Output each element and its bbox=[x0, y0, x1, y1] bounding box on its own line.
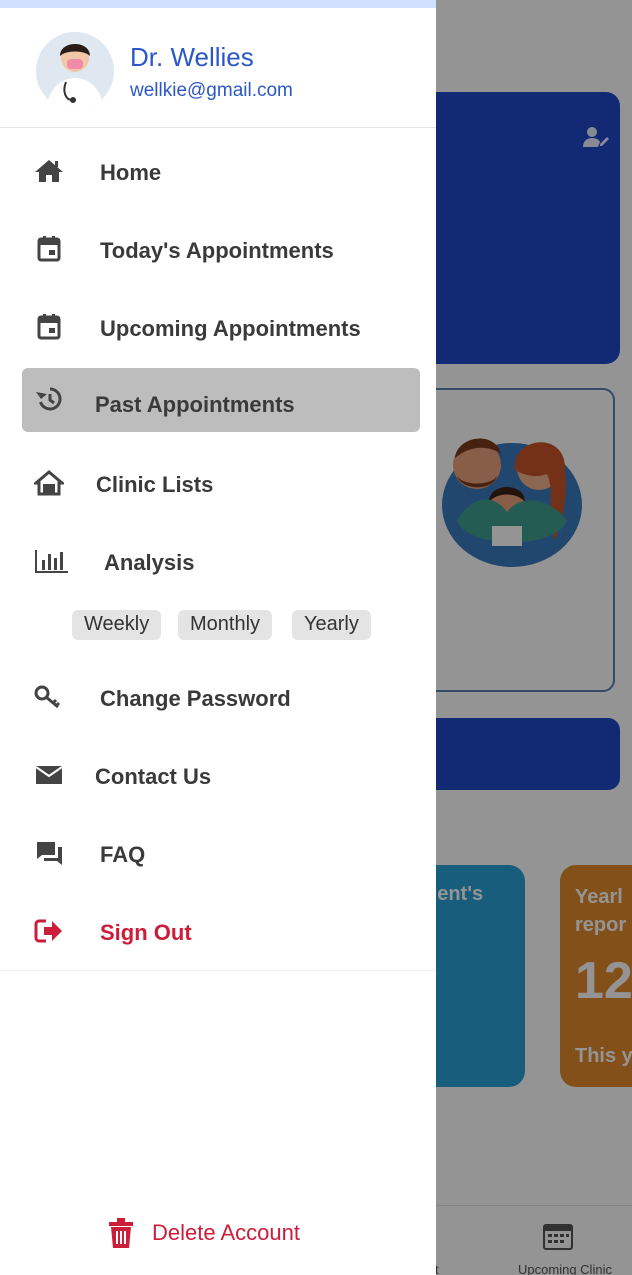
drawer-item-label: FAQ bbox=[100, 842, 146, 867]
drawer-item-clinic-lists[interactable]: Clinic Lists bbox=[0, 450, 436, 518]
drawer-item-todays-appointments[interactable]: Today's Appointments bbox=[0, 216, 436, 284]
drawer-item-label: Analysis bbox=[104, 550, 195, 575]
drawer-item-label: Contact Us bbox=[95, 764, 212, 789]
drawer-item-contact-us[interactable]: Contact Us bbox=[0, 742, 436, 810]
drawer-item-past-appointments[interactable]: Past Appointments bbox=[22, 368, 420, 432]
doctor-name: Dr. Wellies bbox=[130, 42, 254, 72]
drawer-item-change-password[interactable]: Change Password bbox=[0, 664, 436, 732]
history-icon bbox=[36, 387, 62, 411]
drawer-item-label: Past Appointments bbox=[95, 392, 295, 417]
doctor-email: wellkie@gmail.com bbox=[130, 80, 293, 101]
chip-monthly[interactable]: Monthly bbox=[178, 610, 273, 640]
drawer-item-analysis[interactable]: Analysis bbox=[0, 528, 436, 596]
drawer-item-label: Home bbox=[100, 160, 162, 185]
drawer-item-sign-out[interactable]: Sign Out bbox=[0, 898, 436, 966]
sign-out-icon bbox=[34, 919, 62, 943]
drawer-item-faq[interactable]: FAQ bbox=[0, 820, 436, 888]
drawer-item-label: Change Password bbox=[100, 686, 291, 711]
drawer-divider bbox=[0, 970, 436, 971]
chat-icon bbox=[37, 842, 62, 865]
avatar bbox=[36, 32, 114, 110]
drawer-item-upcoming-appointments[interactable]: Upcoming Appointments bbox=[0, 294, 436, 362]
key-icon bbox=[34, 685, 61, 709]
bar-chart-icon bbox=[35, 550, 68, 573]
drawer-item-label: Today's Appointments bbox=[100, 238, 334, 263]
chip-yearly[interactable]: Yearly bbox=[292, 610, 371, 640]
chip-weekly[interactable]: Weekly bbox=[72, 610, 162, 640]
doctor-avatar-icon bbox=[36, 32, 114, 110]
home-icon bbox=[35, 160, 63, 182]
drawer-header: Dr. Wellies wellkie@gmail.com bbox=[0, 0, 436, 128]
navigation-drawer: Dr. Wellies wellkie@gmail.com Home Today… bbox=[0, 0, 436, 1275]
drawer-item-home[interactable]: Home bbox=[0, 138, 436, 206]
delete-account-label: Delete Account bbox=[152, 1220, 300, 1245]
drawer-item-label: Upcoming Appointments bbox=[100, 316, 361, 341]
calendar-icon bbox=[37, 314, 61, 340]
clinic-home-icon bbox=[34, 470, 64, 496]
calendar-icon bbox=[37, 236, 61, 262]
trash-icon bbox=[109, 1218, 133, 1248]
envelope-icon bbox=[35, 766, 63, 784]
drawer-item-label: Sign Out bbox=[100, 920, 192, 945]
drawer-item-label: Clinic Lists bbox=[96, 472, 214, 497]
